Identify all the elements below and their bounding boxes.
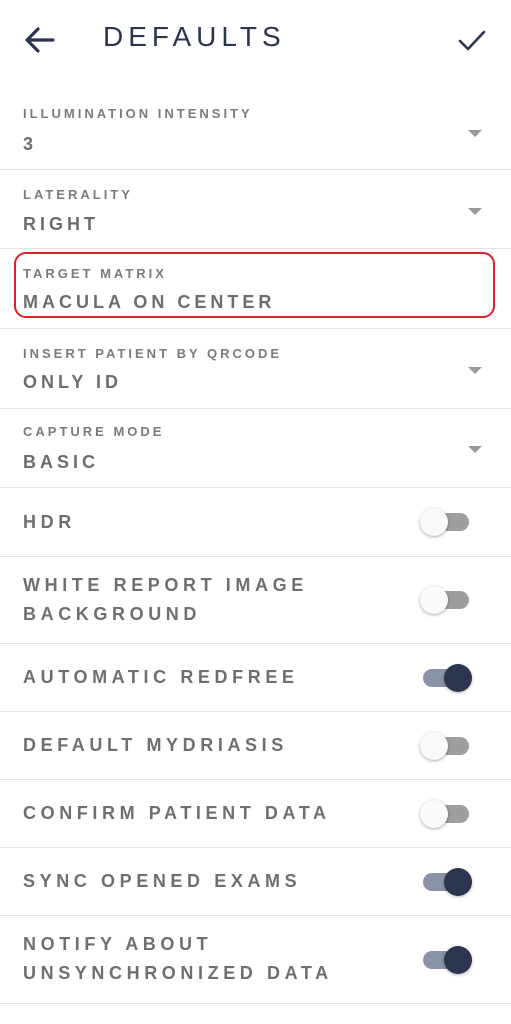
setting-label-line2: BACKGROUND [23,604,201,624]
setting-label: AUTOMATIC REDFREE [23,667,299,687]
white-report-background-toggle[interactable] [420,586,472,614]
toggle-thumb [444,868,472,896]
dropdown-value: BASIC [23,452,100,472]
dropdown-label: LATERALITY [23,187,133,202]
toggle-thumb [420,800,448,828]
notify-unsynchronized-toggle[interactable] [420,946,472,974]
automatic-redfree-toggle[interactable] [420,664,472,692]
toggle-thumb [444,664,472,692]
confirm-patient-data-toggle[interactable] [420,800,472,828]
highlight-outline [14,252,495,318]
dropdown-label: CAPTURE MODE [23,424,165,439]
default-mydriasis-toggle[interactable] [420,732,472,760]
setting-label-line1: WHITE REPORT IMAGE [23,575,308,595]
setting-confirm-patient-data: CONFIRM PATIENT DATA [0,780,511,848]
toggle-thumb [420,508,448,536]
page-title: DEFAULTS [103,21,286,52]
setting-label: SYNC OPENED EXAMS [23,871,302,891]
dropdown-label: ILLUMINATION INTENSITY [23,106,253,121]
dropdown-capture-mode[interactable]: CAPTURE MODE BASIC [0,409,511,488]
dropdown-value: 3 [23,134,38,154]
dropdown-insert-patient-by-qrcode[interactable]: INSERT PATIENT BY QRCODE ONLY ID [0,329,511,409]
back-button[interactable] [22,22,58,58]
dropdown-value: RIGHT [23,214,99,234]
caret-down-icon [468,367,482,374]
dropdown-laterality[interactable]: LATERALITY RIGHT [0,170,511,249]
checkmark-icon [458,30,486,51]
app-header: DEFAULTS [0,0,511,82]
dropdown-value: ONLY ID [23,372,123,392]
toggle-thumb [420,732,448,760]
setting-automatic-redfree: AUTOMATIC REDFREE [0,644,511,712]
setting-white-report-image-background: WHITE REPORT IMAGE BACKGROUND [0,557,511,644]
setting-label: CONFIRM PATIENT DATA [23,803,331,823]
confirm-button[interactable] [455,24,489,58]
caret-down-icon [468,130,482,137]
setting-label: DEFAULT MYDRIASIS [23,735,288,755]
caret-down-icon [468,446,482,453]
hdr-toggle[interactable] [420,508,472,536]
setting-sync-opened-exams: SYNC OPENED EXAMS [0,848,511,916]
sync-opened-exams-toggle[interactable] [420,868,472,896]
setting-default-mydriasis: DEFAULT MYDRIASIS [0,712,511,780]
dropdown-illumination-intensity[interactable]: ILLUMINATION INTENSITY 3 [0,90,511,170]
dropdown-label: INSERT PATIENT BY QRCODE [23,346,283,361]
toggle-thumb [444,946,472,974]
caret-down-icon [468,208,482,215]
toggle-thumb [420,586,448,614]
setting-label: HDR [23,512,76,532]
setting-label-line2: UNSYNCHRONIZED DATA [23,963,333,983]
arrow-left-icon [25,27,55,53]
setting-hdr: HDR [0,488,511,557]
setting-label-line1: NOTIFY ABOUT [23,934,213,954]
setting-notify-unsynchronized-data: NOTIFY ABOUT UNSYNCHRONIZED DATA [0,916,511,1004]
